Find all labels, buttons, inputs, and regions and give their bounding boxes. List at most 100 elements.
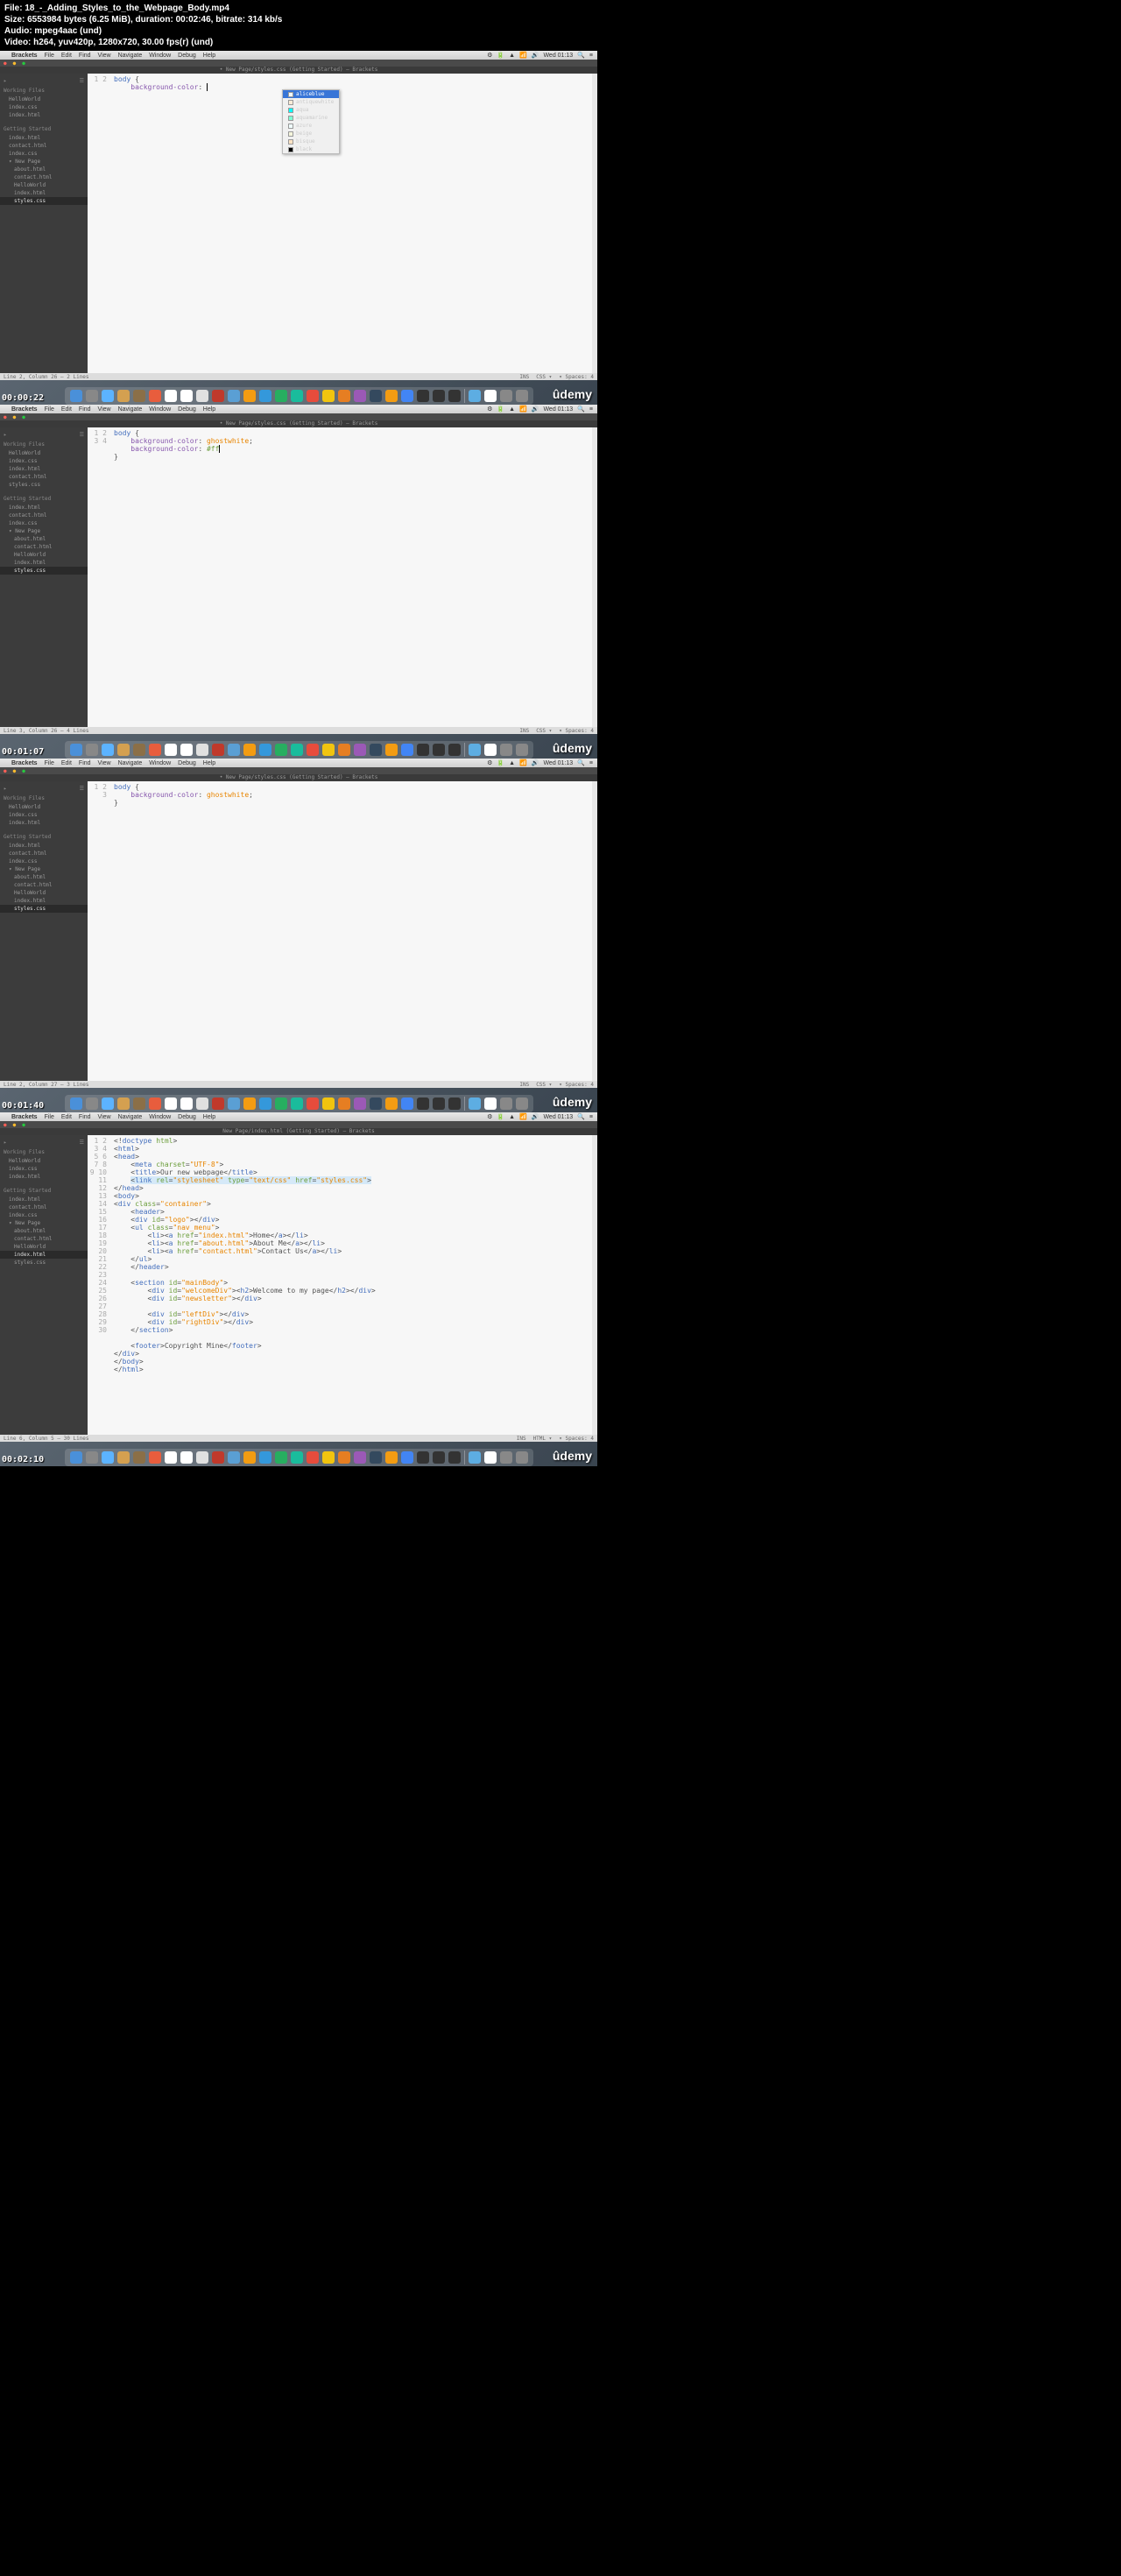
close-icon[interactable]: ● xyxy=(4,1122,7,1128)
dock-app-icon[interactable] xyxy=(417,390,429,402)
minimize-icon[interactable]: ● xyxy=(13,768,17,774)
project-file-item[interactable]: about.html xyxy=(0,535,88,543)
menu-item[interactable]: File xyxy=(45,760,54,766)
menubar-clock[interactable]: Wed 01:13 xyxy=(543,760,573,766)
dock-app-icon[interactable] xyxy=(196,390,208,402)
dock-app-icon[interactable] xyxy=(500,744,512,756)
dock-app-icon[interactable] xyxy=(180,744,193,756)
menubar-clock[interactable]: Wed 01:13 xyxy=(543,1114,573,1120)
dock-app-icon[interactable] xyxy=(291,390,303,402)
dock-app-icon[interactable] xyxy=(133,1097,145,1110)
dock-app-icon[interactable] xyxy=(86,744,98,756)
dock-app-icon[interactable] xyxy=(307,744,319,756)
menu-item[interactable]: Edit xyxy=(61,760,72,766)
project-file-item[interactable]: HelloWorld xyxy=(0,889,88,897)
dock-app-icon[interactable] xyxy=(165,744,177,756)
spotlight-icon[interactable]: 🔍 xyxy=(577,52,585,59)
dock-app-icon[interactable] xyxy=(228,1097,240,1110)
dock-app-icon[interactable] xyxy=(322,1097,335,1110)
menu-item[interactable]: Window xyxy=(149,760,171,766)
dock-app-icon[interactable] xyxy=(354,744,366,756)
dock-app-icon[interactable] xyxy=(133,390,145,402)
dock-app-icon[interactable] xyxy=(417,1097,429,1110)
dock-app-icon[interactable] xyxy=(401,1451,413,1464)
dock-app-icon[interactable] xyxy=(307,1451,319,1464)
dock-app-icon[interactable] xyxy=(322,744,335,756)
dock-app-icon[interactable] xyxy=(70,1097,82,1110)
menubar-clock[interactable]: Wed 01:13 xyxy=(543,406,573,413)
dock-app-icon[interactable] xyxy=(70,1451,82,1464)
working-file-item[interactable]: index.html xyxy=(0,111,88,119)
working-file-item[interactable]: index.css xyxy=(0,1165,88,1173)
dock-app-icon[interactable] xyxy=(469,744,481,756)
menubar-icon[interactable]: 🔋 xyxy=(497,52,504,59)
dock-app-icon[interactable] xyxy=(338,1097,350,1110)
dock-app-icon[interactable] xyxy=(354,1097,366,1110)
menu-item[interactable]: Edit xyxy=(61,1114,72,1120)
menu-item[interactable]: File xyxy=(45,1114,54,1120)
dock-app-icon[interactable] xyxy=(516,1097,528,1110)
dock-app-icon[interactable] xyxy=(275,390,287,402)
dock-app-icon[interactable] xyxy=(196,744,208,756)
project-file-item[interactable]: about.html xyxy=(0,873,88,881)
app-name[interactable]: Brackets xyxy=(11,406,38,413)
dock-app-icon[interactable] xyxy=(86,390,98,402)
dock-app-icon[interactable] xyxy=(275,1097,287,1110)
menu-item[interactable]: Navigate xyxy=(118,53,143,59)
dock-app-icon[interactable] xyxy=(275,744,287,756)
project-file-item[interactable]: HelloWorld xyxy=(0,551,88,559)
dock-app-icon[interactable] xyxy=(165,390,177,402)
menubar-icon[interactable]: ≡ xyxy=(589,53,593,59)
project-file-item[interactable]: contact.html xyxy=(0,1235,88,1243)
menu-item[interactable]: Debug xyxy=(178,406,196,413)
menubar-icon[interactable]: ▲ xyxy=(509,760,515,766)
menubar-icon[interactable]: 🔊 xyxy=(532,52,539,59)
menubar-icon[interactable]: 🔊 xyxy=(532,759,539,766)
menu-item[interactable]: Find xyxy=(79,760,91,766)
dock-app-icon[interactable] xyxy=(117,744,130,756)
dock-app-icon[interactable] xyxy=(338,744,350,756)
dock-app-icon[interactable] xyxy=(70,390,82,402)
dock-app-icon[interactable] xyxy=(133,1451,145,1464)
dock-app-icon[interactable] xyxy=(307,1097,319,1110)
dock-app-icon[interactable] xyxy=(322,1451,335,1464)
dock-app-icon[interactable] xyxy=(484,744,497,756)
dock-app-icon[interactable] xyxy=(86,1451,98,1464)
app-name[interactable]: Brackets xyxy=(11,53,38,59)
dock-app-icon[interactable] xyxy=(448,744,461,756)
dock-app-icon[interactable] xyxy=(149,390,161,402)
project-file-item[interactable]: contact.html xyxy=(0,142,88,150)
menu-item[interactable]: Find xyxy=(79,53,91,59)
spotlight-icon[interactable]: 🔍 xyxy=(577,1113,585,1120)
menu-item[interactable]: View xyxy=(98,406,111,413)
menu-item[interactable]: File xyxy=(45,53,54,59)
dock-app-icon[interactable] xyxy=(370,390,382,402)
code-editor[interactable]: 1 2 3 4 body { background-color: ghostwh… xyxy=(88,427,592,727)
dock-app-icon[interactable] xyxy=(433,390,445,402)
dock-app-icon[interactable] xyxy=(291,1097,303,1110)
dock-app-icon[interactable] xyxy=(417,744,429,756)
dock-app-icon[interactable] xyxy=(243,390,256,402)
maximize-icon[interactable]: ● xyxy=(22,1122,25,1128)
dock-app-icon[interactable] xyxy=(149,1451,161,1464)
menu-item[interactable]: Window xyxy=(149,53,171,59)
menu-item[interactable]: Help xyxy=(203,1114,215,1120)
dock-app-icon[interactable] xyxy=(370,1451,382,1464)
project-folder-item[interactable]: ▾ New Page xyxy=(0,527,88,535)
dock-app-icon[interactable] xyxy=(149,1097,161,1110)
autocomplete-item[interactable]: black xyxy=(283,145,339,153)
dock-app-icon[interactable] xyxy=(102,390,114,402)
autocomplete-item[interactable]: aqua xyxy=(283,106,339,114)
indent-mode[interactable]: ▾ Spaces: 4 xyxy=(559,728,594,734)
language-mode[interactable]: CSS ▾ xyxy=(536,1082,552,1088)
dock-app-icon[interactable] xyxy=(385,390,398,402)
menubar-icon[interactable]: ⚙ xyxy=(487,52,492,59)
dock-app-icon[interactable] xyxy=(484,1451,497,1464)
menu-item[interactable]: Navigate xyxy=(118,760,143,766)
dock-app-icon[interactable] xyxy=(500,1097,512,1110)
dock-app-icon[interactable] xyxy=(259,390,271,402)
dock-app-icon[interactable] xyxy=(484,390,497,402)
dock-app-icon[interactable] xyxy=(370,1097,382,1110)
menu-item[interactable]: File xyxy=(45,406,54,413)
dock-app-icon[interactable] xyxy=(180,1451,193,1464)
